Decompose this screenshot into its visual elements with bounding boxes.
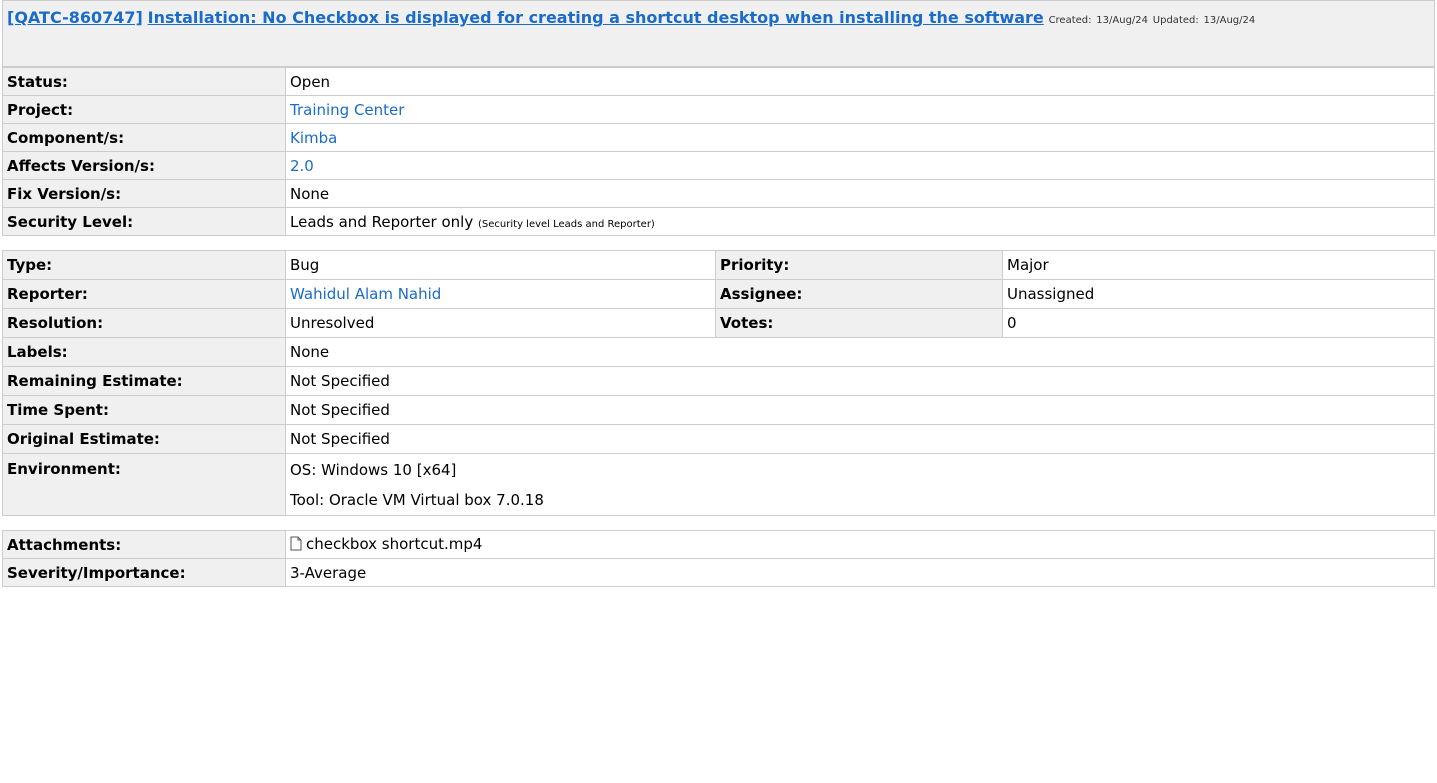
resolution-value: Unresolved [285, 308, 716, 338]
project-row: Project: Training Center [2, 95, 1435, 124]
original-estimate-value: Not Specified [285, 424, 1435, 454]
updated-label: Updated: [1152, 15, 1199, 26]
created-date: 13/Aug/24 [1096, 15, 1149, 26]
remaining-estimate-label: Remaining Estimate: [2, 366, 286, 396]
attachment-file-link[interactable]: checkbox shortcut.mp4 [306, 535, 482, 553]
status-value: Open [285, 67, 1435, 96]
issue-extra-table: Attachments: checkbox shortcut.mp4 Sever… [2, 530, 1435, 587]
resolution-label: Resolution: [2, 308, 286, 338]
file-icon [290, 536, 302, 555]
issue-people-table: Type: Bug Priority: Major Reporter: Wahi… [2, 250, 1435, 516]
issue-details-table: Status: Open Project: Training Center Co… [2, 67, 1435, 236]
priority-label: Priority: [715, 250, 1003, 280]
labels-row: Labels: None [2, 337, 1435, 367]
security-level-label: Security Level: [2, 207, 286, 236]
remaining-estimate-row: Remaining Estimate: Not Specified [2, 366, 1435, 396]
labels-value: None [285, 337, 1435, 367]
assignee-value: Unassigned [1002, 279, 1435, 309]
project-label: Project: [2, 95, 286, 124]
affects-version-row: Affects Version/s: 2.0 [2, 151, 1435, 180]
time-spent-label: Time Spent: [2, 395, 286, 425]
fix-version-row: Fix Version/s: None [2, 179, 1435, 208]
time-spent-value: Not Specified [285, 395, 1435, 425]
remaining-estimate-value: Not Specified [285, 366, 1435, 396]
severity-label: Severity/Importance: [2, 558, 286, 587]
issue-summary-link[interactable]: Installation: No Checkbox is displayed f… [148, 8, 1044, 27]
environment-row: Environment: OS: Windows 10 [x64] Tool: … [2, 453, 1435, 516]
severity-value: 3-Average [285, 558, 1435, 587]
status-label: Status: [2, 67, 286, 96]
reporter-label: Reporter: [2, 279, 286, 309]
status-row: Status: Open [2, 67, 1435, 96]
component-link[interactable]: Kimba [290, 129, 337, 147]
security-level-row: Security Level: Leads and Reporter only … [2, 207, 1435, 236]
reporter-assignee-row: Reporter: Wahidul Alam Nahid Assignee: U… [2, 279, 1435, 309]
assignee-label: Assignee: [715, 279, 1003, 309]
fix-version-label: Fix Version/s: [2, 179, 286, 208]
affects-version-link[interactable]: 2.0 [290, 157, 314, 175]
environment-tool: Tool: Oracle VM Virtual box 7.0.18 [290, 490, 544, 509]
component-label: Component/s: [2, 123, 286, 152]
votes-value: 0 [1002, 308, 1435, 338]
affects-version-label: Affects Version/s: [2, 151, 286, 180]
labels-label: Labels: [2, 337, 286, 367]
attachments-row: Attachments: checkbox shortcut.mp4 [2, 530, 1435, 559]
issue-header: [QATC-860747] Installation: No Checkbox … [2, 0, 1435, 67]
security-level-note: (Security level Leads and Reporter) [478, 218, 655, 230]
original-estimate-row: Original Estimate: Not Specified [2, 424, 1435, 454]
issue-key-link[interactable]: [QATC-860747] [7, 8, 143, 27]
original-estimate-label: Original Estimate: [2, 424, 286, 454]
created-label: Created: [1048, 15, 1092, 26]
environment-os: OS: Windows 10 [x64] [290, 460, 457, 479]
environment-label: Environment: [2, 453, 286, 516]
issue-page: [QATC-860747] Installation: No Checkbox … [2, 0, 1435, 587]
severity-row: Severity/Importance: 3-Average [2, 558, 1435, 587]
time-spent-row: Time Spent: Not Specified [2, 395, 1435, 425]
fix-version-value: None [285, 179, 1435, 208]
attachments-label: Attachments: [2, 530, 286, 559]
type-value: Bug [285, 250, 716, 280]
component-row: Component/s: Kimba [2, 123, 1435, 152]
reporter-link[interactable]: Wahidul Alam Nahid [290, 285, 441, 303]
type-label: Type: [2, 250, 286, 280]
updated-date: 13/Aug/24 [1203, 15, 1256, 26]
security-level-value: Leads and Reporter only [290, 212, 474, 231]
type-priority-row: Type: Bug Priority: Major [2, 250, 1435, 280]
votes-label: Votes: [715, 308, 1003, 338]
project-link[interactable]: Training Center [290, 101, 404, 119]
resolution-votes-row: Resolution: Unresolved Votes: 0 [2, 308, 1435, 338]
priority-value: Major [1002, 250, 1435, 280]
